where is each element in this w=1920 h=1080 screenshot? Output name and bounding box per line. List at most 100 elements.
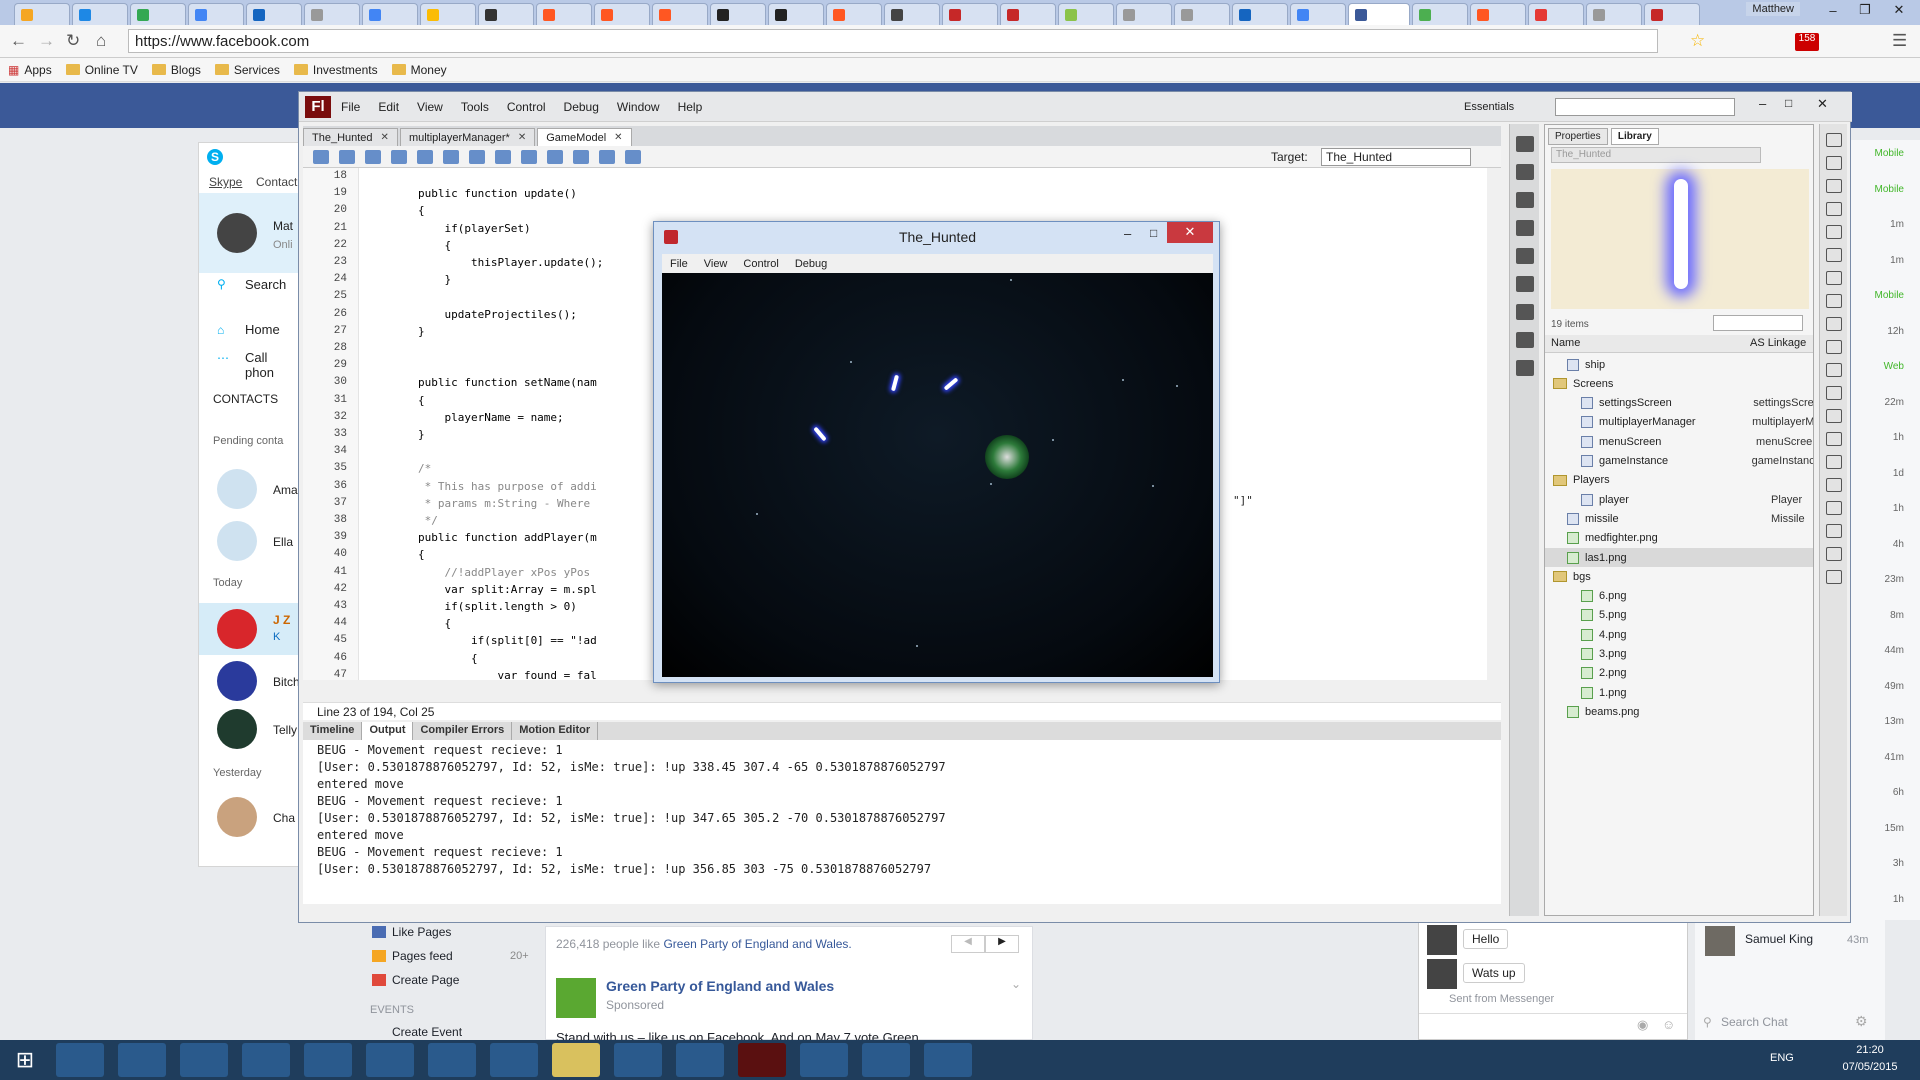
reload-icon[interactable]: ↻ (66, 31, 80, 51)
browser-tab[interactable] (1528, 3, 1584, 25)
column-name[interactable]: Name (1551, 337, 1580, 349)
minimize-icon[interactable]: – (1124, 226, 1131, 241)
transform-panel-icon[interactable] (1515, 248, 1534, 264)
avatar[interactable] (1427, 925, 1457, 955)
likes-page-link[interactable]: Green Party of England and Wales. (663, 937, 851, 951)
taskbar-word[interactable] (676, 1043, 724, 1077)
menu-edit[interactable]: Edit (378, 100, 399, 114)
skype-home[interactable]: Home (245, 322, 280, 337)
contact-name[interactable]: Ella (273, 535, 293, 549)
pencil-tool-icon[interactable] (1825, 340, 1842, 354)
library-item[interactable]: 1.png (1545, 683, 1813, 702)
taskbar-app[interactable] (614, 1043, 662, 1077)
browser-tab[interactable] (1000, 3, 1056, 25)
game-menu-file[interactable]: File (670, 258, 688, 270)
text-tool-icon[interactable] (1825, 271, 1842, 285)
avatar[interactable] (1705, 926, 1735, 956)
eyedropper-tool-icon[interactable] (1825, 455, 1842, 469)
column-linkage[interactable]: AS Linkage (1750, 337, 1806, 349)
bookmark-online-tv[interactable]: Online TV (65, 63, 138, 77)
tab-motion-editor[interactable]: Motion Editor (512, 722, 599, 740)
workspace-switcher[interactable]: Essentials (1464, 101, 1514, 113)
library-item[interactable]: player Player (1545, 490, 1813, 509)
nav-pages-feed[interactable]: Pages feed (392, 949, 453, 963)
menu-debug[interactable]: Debug (564, 100, 599, 114)
avatar[interactable] (217, 709, 257, 749)
doc-tab-multiplayer-manager[interactable]: multiplayerManager* ✕ (399, 128, 536, 146)
library-item[interactable]: menuScreen menuScreen (1545, 432, 1813, 451)
skype-search[interactable]: Search (245, 277, 286, 292)
browser-tab[interactable] (1586, 3, 1642, 25)
brush-tool-icon[interactable] (1825, 363, 1842, 377)
align-panel-icon[interactable] (1515, 192, 1534, 208)
collapse-selection-icon[interactable] (495, 149, 511, 164)
free-transform-tool-icon[interactable] (1825, 179, 1842, 193)
browser-tab[interactable] (188, 3, 244, 25)
taskbar-flash[interactable] (738, 1043, 786, 1077)
browser-tab[interactable] (826, 3, 882, 25)
close-icon[interactable]: ✕ (1167, 222, 1213, 243)
chat-contact-name[interactable]: Samuel King (1745, 932, 1813, 946)
maximize-icon[interactable]: □ (1150, 226, 1157, 240)
start-button[interactable]: ⊞ (8, 1043, 42, 1077)
pen-tool-icon[interactable] (1825, 248, 1842, 262)
contacts-tab[interactable]: Contact (256, 175, 297, 189)
browser-user-badge[interactable]: Matthew (1746, 2, 1800, 16)
home-icon[interactable]: ⌂ (96, 31, 106, 51)
taskbar-netflix[interactable] (428, 1043, 476, 1077)
check-syntax-icon[interactable] (365, 149, 381, 164)
taskbar-steam[interactable] (366, 1043, 414, 1077)
expand-all-icon[interactable] (521, 149, 537, 164)
rectangle-tool-icon[interactable] (1825, 317, 1842, 331)
nav-like-pages[interactable]: Like Pages (392, 925, 451, 939)
menu-icon[interactable]: ☰ (1892, 31, 1907, 51)
browser-tab[interactable] (1058, 3, 1114, 25)
taskbar-chrome[interactable] (118, 1043, 166, 1077)
back-icon[interactable]: ← (10, 31, 27, 51)
3d-rotation-tool-icon[interactable] (1825, 202, 1842, 216)
camera-icon[interactable]: ◉ (1637, 1017, 1648, 1033)
minimize-icon[interactable]: – (1759, 96, 1766, 111)
library-item[interactable]: beams.png (1545, 702, 1813, 721)
gmail-count-badge[interactable]: 158 (1795, 33, 1819, 51)
taskbar-window[interactable] (862, 1043, 910, 1077)
game-menu-control[interactable]: Control (743, 258, 778, 270)
language-indicator[interactable]: ENG (1770, 1052, 1794, 1064)
selection-tool-icon[interactable] (1825, 133, 1842, 147)
line-comment-icon[interactable] (573, 149, 589, 164)
browser-tab[interactable] (1644, 3, 1700, 25)
bookmark-investments[interactable]: Investments (293, 63, 378, 77)
browser-tab[interactable] (594, 3, 650, 25)
swatches-panel-icon[interactable] (1515, 164, 1534, 180)
taskbar-firefox[interactable] (180, 1043, 228, 1077)
code-snippets-icon[interactable] (1515, 276, 1534, 292)
library-item[interactable]: ship (1545, 355, 1813, 374)
fill-color-icon[interactable] (1825, 570, 1842, 584)
nav-create-page[interactable]: Create Page (392, 973, 459, 987)
bookmark-services[interactable]: Services (214, 63, 280, 77)
browser-tab[interactable] (72, 3, 128, 25)
close-icon[interactable]: ✕ (381, 132, 389, 143)
game-menu-debug[interactable]: Debug (795, 258, 827, 270)
library-item[interactable]: medfighter.png (1545, 529, 1813, 548)
nav-create-event[interactable]: Create Event (392, 1025, 462, 1039)
library-search-input[interactable] (1713, 315, 1803, 331)
bookmark-money[interactable]: Money (391, 63, 447, 77)
deco-tool-icon[interactable] (1825, 386, 1842, 400)
lasso-tool-icon[interactable] (1825, 225, 1842, 239)
contact-name[interactable]: Telly (273, 723, 297, 737)
browser-tab[interactable] (1116, 3, 1172, 25)
avatar[interactable] (217, 609, 257, 649)
bookmark-blogs[interactable]: Blogs (151, 63, 201, 77)
browser-tab[interactable] (1470, 3, 1526, 25)
browser-tab[interactable] (130, 3, 186, 25)
prev-button[interactable]: ◀ (951, 935, 985, 953)
browser-tab[interactable] (304, 3, 360, 25)
menu-control[interactable]: Control (507, 100, 546, 114)
browser-tab[interactable] (1232, 3, 1288, 25)
browser-tab[interactable] (536, 3, 592, 25)
library-item[interactable]: settingsScreen settingsScree (1545, 394, 1813, 413)
tab-library[interactable]: Library (1610, 128, 1659, 145)
next-button[interactable]: ▶ (985, 935, 1019, 953)
contact-name[interactable]: Cha (273, 811, 295, 825)
